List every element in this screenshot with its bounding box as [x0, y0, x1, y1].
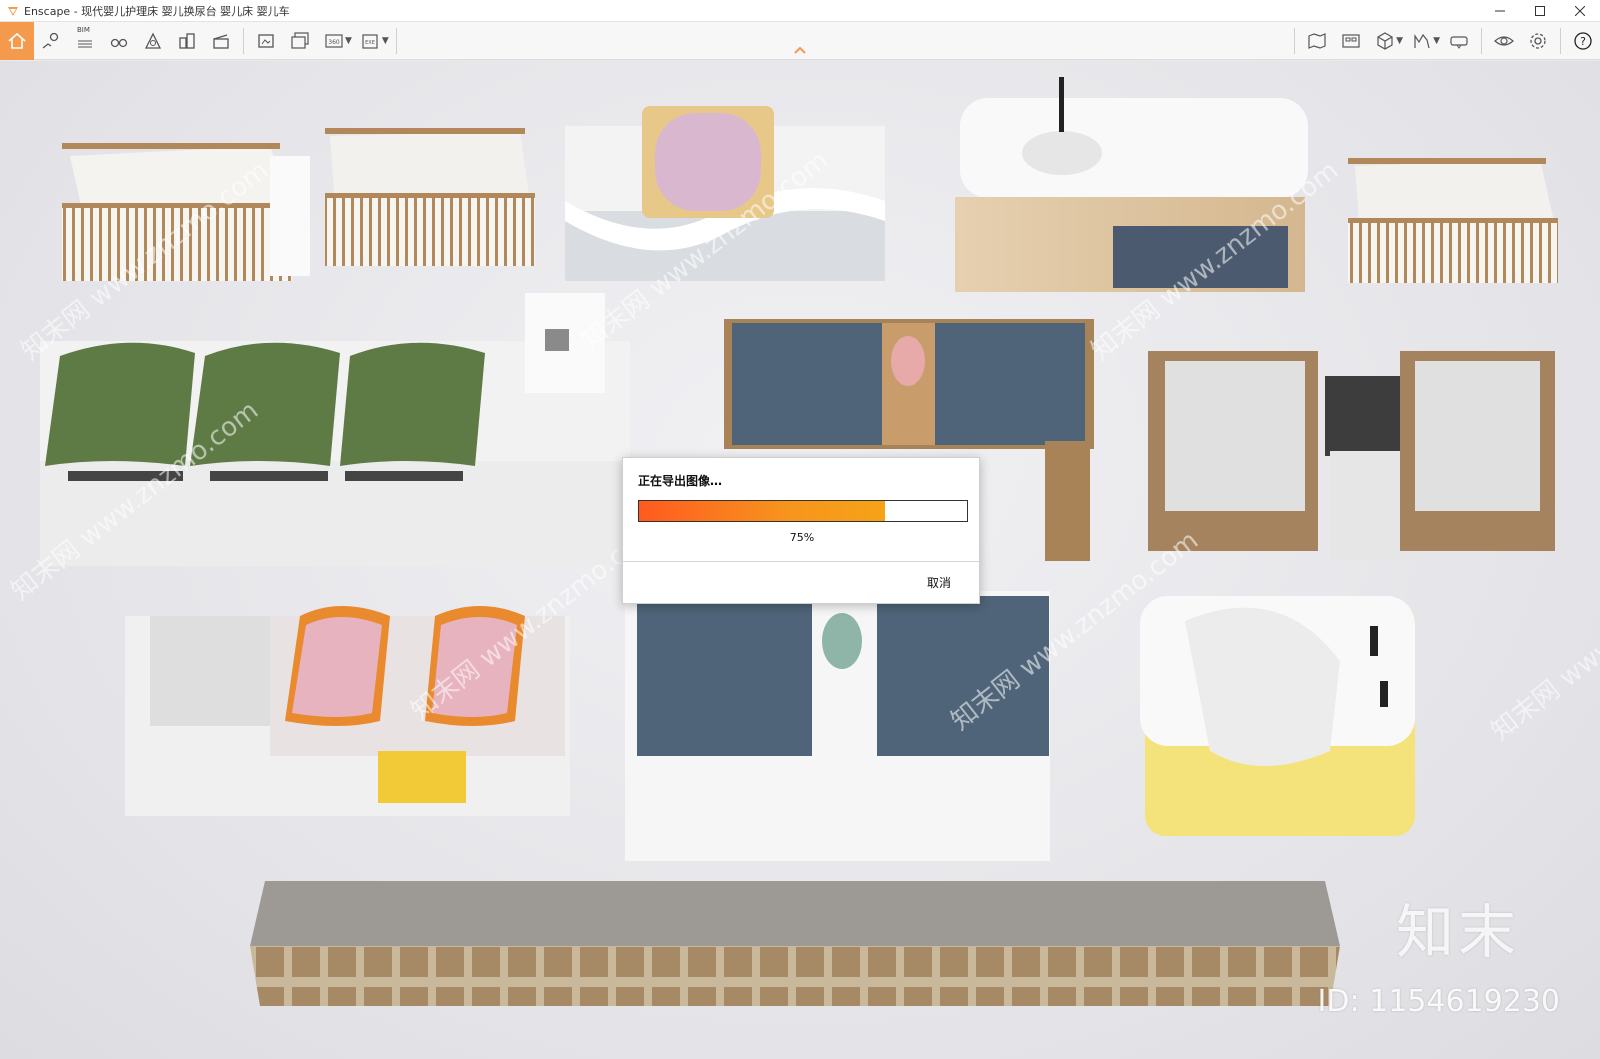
- window-title: Enscape - 现代婴儿护理床 婴儿换尿台 婴儿床 婴儿车: [24, 4, 290, 18]
- batch-render-icon: [291, 31, 309, 49]
- settings-icon: [1530, 33, 1546, 49]
- baby-bathtub: [1140, 596, 1415, 836]
- window-controls: [1480, 0, 1600, 22]
- eye-icon: [1494, 36, 1514, 46]
- asset-library-icon: [1342, 34, 1360, 48]
- crib-2: [325, 128, 535, 266]
- bim-button[interactable]: BIM: [68, 23, 102, 59]
- minimize-icon: [1495, 10, 1505, 12]
- svg-text:?: ?: [1580, 35, 1586, 48]
- dialog-divider: [623, 561, 979, 562]
- screenshot-icon: [258, 33, 274, 48]
- view-cube-button[interactable]: [1368, 23, 1402, 59]
- export-progress-dialog: 正在导出图像… 75% 取消: [622, 457, 980, 604]
- home-icon: [8, 32, 26, 49]
- maximize-icon: [1535, 6, 1545, 16]
- changing-table-lilac: [565, 106, 885, 281]
- toolbar-separator: [1481, 28, 1482, 54]
- enscape-logo-icon: [8, 6, 18, 16]
- watermark-id: ID: 1154619230: [1317, 984, 1560, 1019]
- svg-text:360: 360: [328, 39, 340, 46]
- watermark-logo: 知末: [1395, 898, 1520, 966]
- view-cube-icon: [1377, 32, 1393, 50]
- title-bar: Enscape - 现代婴儿护理床 婴儿换尿台 婴儿床 婴儿车: [0, 0, 1600, 22]
- minimize-button[interactable]: [1480, 0, 1520, 22]
- panorama-button[interactable]: 360: [317, 23, 351, 59]
- svg-text:EXE: EXE: [365, 40, 375, 46]
- bim-label: BIM: [77, 25, 90, 34]
- views-button[interactable]: [34, 23, 68, 59]
- toolbar-separator: [395, 27, 397, 54]
- chart-icon: [1414, 33, 1430, 49]
- svg-text:知末网 www.znzmo.com: 知末网 www.znzmo.com: [1486, 536, 1600, 747]
- dialog-title: 正在导出图像…: [638, 474, 723, 488]
- cancel-button[interactable]: 取消: [927, 574, 951, 591]
- home-button[interactable]: [0, 21, 34, 60]
- changing-table-wood-gray: [1148, 351, 1555, 561]
- progress-bar-fill: [639, 501, 885, 521]
- clapper-icon: [213, 33, 229, 49]
- panorama-360-icon: 360: [325, 33, 343, 48]
- crib-3: [1348, 158, 1558, 283]
- vr-headset-button[interactable]: [1442, 23, 1476, 59]
- map-button[interactable]: [1300, 23, 1334, 59]
- video-editor-button[interactable]: [204, 23, 238, 59]
- toolbar-separator: [1560, 28, 1561, 54]
- asset-library-button[interactable]: [1334, 23, 1368, 59]
- progress-percent-label: 75%: [789, 531, 815, 544]
- map-icon: [1308, 33, 1326, 49]
- help-icon: ?: [1574, 32, 1592, 50]
- changing-table-blue-bottom: [625, 591, 1050, 861]
- exe-export-icon: EXE: [362, 33, 378, 49]
- capture-button[interactable]: [1405, 23, 1439, 59]
- visual-settings-button[interactable]: [1487, 23, 1521, 59]
- help-button[interactable]: ?: [1566, 23, 1600, 59]
- buildings-icon: [179, 32, 195, 49]
- exe-export-button[interactable]: EXE: [354, 23, 388, 59]
- sink-counter: [955, 77, 1308, 292]
- batch-render-button[interactable]: [283, 23, 317, 59]
- screenshot-button[interactable]: [249, 23, 283, 59]
- close-button[interactable]: [1560, 0, 1600, 22]
- storage-bench: [250, 881, 1340, 1006]
- vr-headset-icon: [1450, 36, 1468, 49]
- toolbar-collapse-chevron-icon[interactable]: [792, 44, 808, 56]
- settings-button[interactable]: [1521, 23, 1555, 59]
- binoculars-icon: [110, 38, 128, 47]
- toolbar-separator: [1294, 28, 1296, 54]
- atmosphere-button[interactable]: [136, 23, 170, 59]
- atmosphere-icon: [144, 32, 162, 49]
- walk-mode-button[interactable]: [102, 23, 136, 59]
- toolbar-separator: [243, 27, 244, 54]
- close-icon: [1575, 6, 1585, 16]
- progress-bar: [638, 500, 968, 522]
- sketch-button[interactable]: [170, 23, 204, 59]
- map-pin-icon: [42, 32, 59, 49]
- toolbar-right-group: ▼ ▼ ?: [1289, 22, 1600, 60]
- maximize-button[interactable]: [1520, 0, 1560, 22]
